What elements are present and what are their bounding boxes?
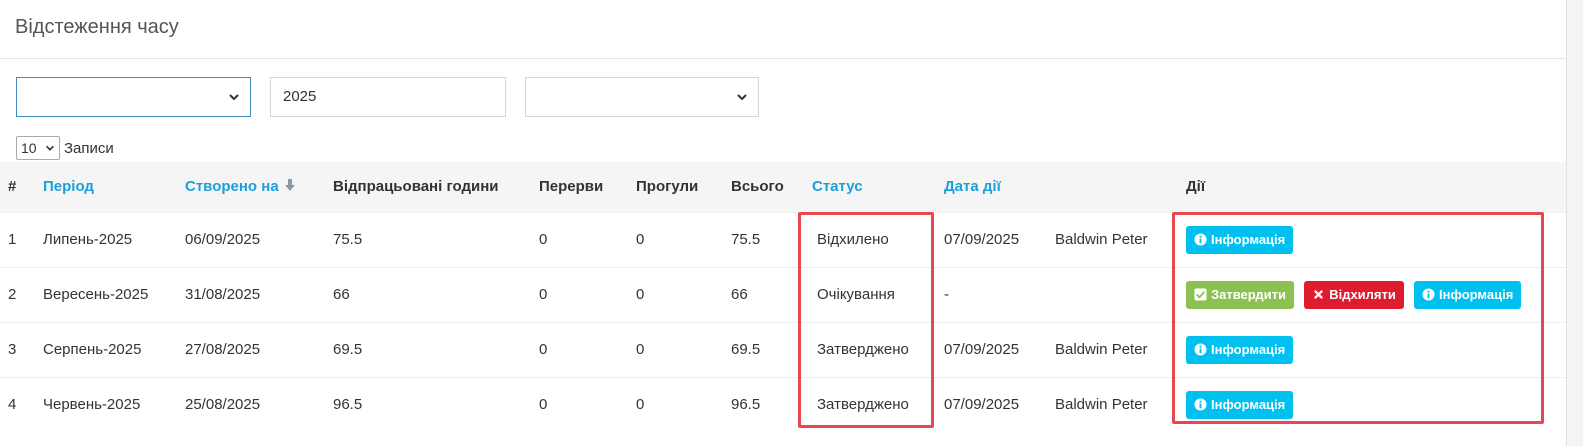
cell-breaks: 0 bbox=[531, 211, 628, 267]
cell-status: Затверджено bbox=[804, 376, 936, 432]
cell-period: Червень-2025 bbox=[35, 376, 177, 432]
cell-worked: 96.5 bbox=[325, 376, 531, 432]
cell-worked: 69.5 bbox=[325, 321, 531, 377]
col-period[interactable]: Період bbox=[35, 162, 177, 213]
time-tracking-panel: Відстеження часу 2025 10 Записи # Період bbox=[0, 0, 1566, 446]
cell-created: 27/08/2025 bbox=[177, 321, 325, 377]
approve-button-label: Затвердити bbox=[1211, 287, 1287, 302]
col-num: # bbox=[0, 162, 35, 213]
cell-breaks: 0 bbox=[531, 376, 628, 432]
info-button[interactable]: Інформація bbox=[1186, 390, 1294, 419]
cell-actor: Baldwin Peter bbox=[1047, 376, 1172, 432]
employee-select[interactable] bbox=[16, 77, 251, 117]
cell-actions: Затвердити Відхиляти Інформація bbox=[1172, 266, 1566, 322]
cell-actions: Інформація bbox=[1172, 376, 1566, 432]
cell-absences: 0 bbox=[628, 376, 723, 432]
page-length-label: Записи bbox=[64, 139, 114, 157]
cell-status: Очікування bbox=[804, 266, 936, 322]
page-length-select[interactable]: 10 bbox=[16, 136, 60, 160]
page-length-value: 10 bbox=[21, 140, 37, 156]
col-actor bbox=[1047, 162, 1172, 213]
cell-status: Відхилено bbox=[804, 211, 936, 267]
cell-actions: Інформація bbox=[1172, 211, 1566, 267]
info-button-label: Інформація bbox=[1439, 287, 1514, 302]
cell-action-date: 07/09/2025 bbox=[936, 376, 1047, 432]
col-created[interactable]: Створено на bbox=[177, 162, 325, 213]
arrow-down-icon bbox=[284, 179, 295, 192]
cell-absences: 0 bbox=[628, 266, 723, 322]
cell-actor: Baldwin Peter bbox=[1047, 211, 1172, 267]
approve-button[interactable]: Затвердити bbox=[1186, 280, 1295, 309]
info-button[interactable]: Інформація bbox=[1186, 335, 1294, 364]
cell-total: 69.5 bbox=[723, 321, 804, 377]
cell-worked: 66 bbox=[325, 266, 531, 322]
panel-header: Відстеження часу bbox=[0, 0, 1566, 59]
cell-worked: 75.5 bbox=[325, 211, 531, 267]
info-circle-icon bbox=[1194, 398, 1207, 411]
check-square-icon bbox=[1194, 288, 1207, 301]
cell-action-date: - bbox=[936, 266, 1047, 322]
chevron-down-icon bbox=[229, 94, 239, 101]
cell-created: 25/08/2025 bbox=[177, 376, 325, 432]
cell-created: 31/08/2025 bbox=[177, 266, 325, 322]
cell-period: Вересень-2025 bbox=[35, 266, 177, 322]
chevron-down-icon bbox=[737, 94, 747, 101]
col-absences: Прогули bbox=[628, 162, 723, 213]
cell-breaks: 0 bbox=[531, 266, 628, 322]
timesheet-table: # Період Створено на Відпрацьовані годин… bbox=[0, 162, 1566, 432]
cell-actions: Інформація bbox=[1172, 321, 1566, 377]
cell-period: Липень-2025 bbox=[35, 211, 177, 267]
col-action-date[interactable]: Дата дії bbox=[936, 162, 1047, 213]
cell-status: Затверджено bbox=[804, 321, 936, 377]
page-title: Відстеження часу bbox=[15, 16, 179, 38]
table-row: 2 Вересень-2025 31/08/2025 66 0 0 66 Очі… bbox=[0, 266, 1566, 322]
cell-action-date: 07/09/2025 bbox=[936, 321, 1047, 377]
cell-total: 66 bbox=[723, 266, 804, 322]
info-button[interactable]: Інформація bbox=[1186, 225, 1294, 254]
cell-actor: Baldwin Peter bbox=[1047, 321, 1172, 377]
cell-absences: 0 bbox=[628, 321, 723, 377]
info-button-label: Інформація bbox=[1211, 397, 1286, 413]
scrollbar[interactable] bbox=[1566, 0, 1583, 446]
cell-num: 2 bbox=[0, 266, 35, 322]
cell-created: 06/09/2025 bbox=[177, 211, 325, 267]
cell-num: 4 bbox=[0, 376, 35, 432]
page-length-control: 10 Записи bbox=[16, 136, 114, 160]
col-total: Всього bbox=[723, 162, 804, 213]
cell-period: Серпень-2025 bbox=[35, 321, 177, 377]
chevron-down-icon bbox=[46, 145, 54, 151]
col-actions: Дії bbox=[1172, 162, 1566, 213]
col-status[interactable]: Статус bbox=[804, 162, 936, 213]
info-circle-icon bbox=[1194, 233, 1207, 246]
info-circle-icon bbox=[1194, 343, 1207, 356]
cell-num: 3 bbox=[0, 321, 35, 377]
col-worked: Відпрацьовані години bbox=[325, 162, 531, 213]
month-select[interactable] bbox=[525, 77, 759, 117]
cell-absences: 0 bbox=[628, 211, 723, 267]
info-button[interactable]: Інформація bbox=[1414, 280, 1522, 309]
cell-total: 75.5 bbox=[723, 211, 804, 267]
cell-total: 96.5 bbox=[723, 376, 804, 432]
times-icon bbox=[1314, 289, 1324, 300]
info-button-label: Інформація bbox=[1211, 232, 1286, 247]
cell-action-date: 07/09/2025 bbox=[936, 211, 1047, 267]
reject-button-label: Відхиляти bbox=[1329, 287, 1396, 302]
cell-actor bbox=[1047, 266, 1172, 322]
table-header-row: # Період Створено на Відпрацьовані годин… bbox=[0, 162, 1566, 213]
year-input[interactable]: 2025 bbox=[270, 77, 506, 117]
col-created-label: Створено на bbox=[185, 178, 279, 196]
table-row: 4 Червень-2025 25/08/2025 96.5 0 0 96.5 … bbox=[0, 376, 1566, 432]
reject-button[interactable]: Відхиляти bbox=[1304, 280, 1404, 309]
cell-breaks: 0 bbox=[531, 321, 628, 377]
info-circle-icon bbox=[1422, 288, 1435, 301]
table-row: 3 Серпень-2025 27/08/2025 69.5 0 0 69.5 … bbox=[0, 321, 1566, 377]
col-breaks: Перерви bbox=[531, 162, 628, 213]
cell-num: 1 bbox=[0, 211, 35, 267]
table-row: 1 Липень-2025 06/09/2025 75.5 0 0 75.5 В… bbox=[0, 211, 1566, 267]
info-button-label: Інформація bbox=[1211, 342, 1286, 357]
